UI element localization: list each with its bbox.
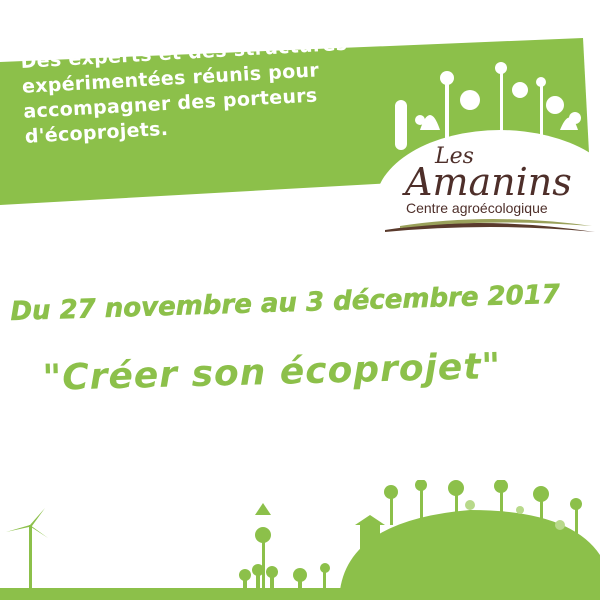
event-title: "Créer son écoprojet" (42, 345, 502, 399)
event-dates: Du 27 novembre au 3 décembre 2017 (10, 279, 561, 327)
wind-turbine-icon (6, 508, 48, 590)
logo-name: Amanins (405, 160, 572, 204)
logo-subtitle: Centre agroécologique (406, 200, 548, 216)
landscape-illustration (0, 480, 600, 600)
